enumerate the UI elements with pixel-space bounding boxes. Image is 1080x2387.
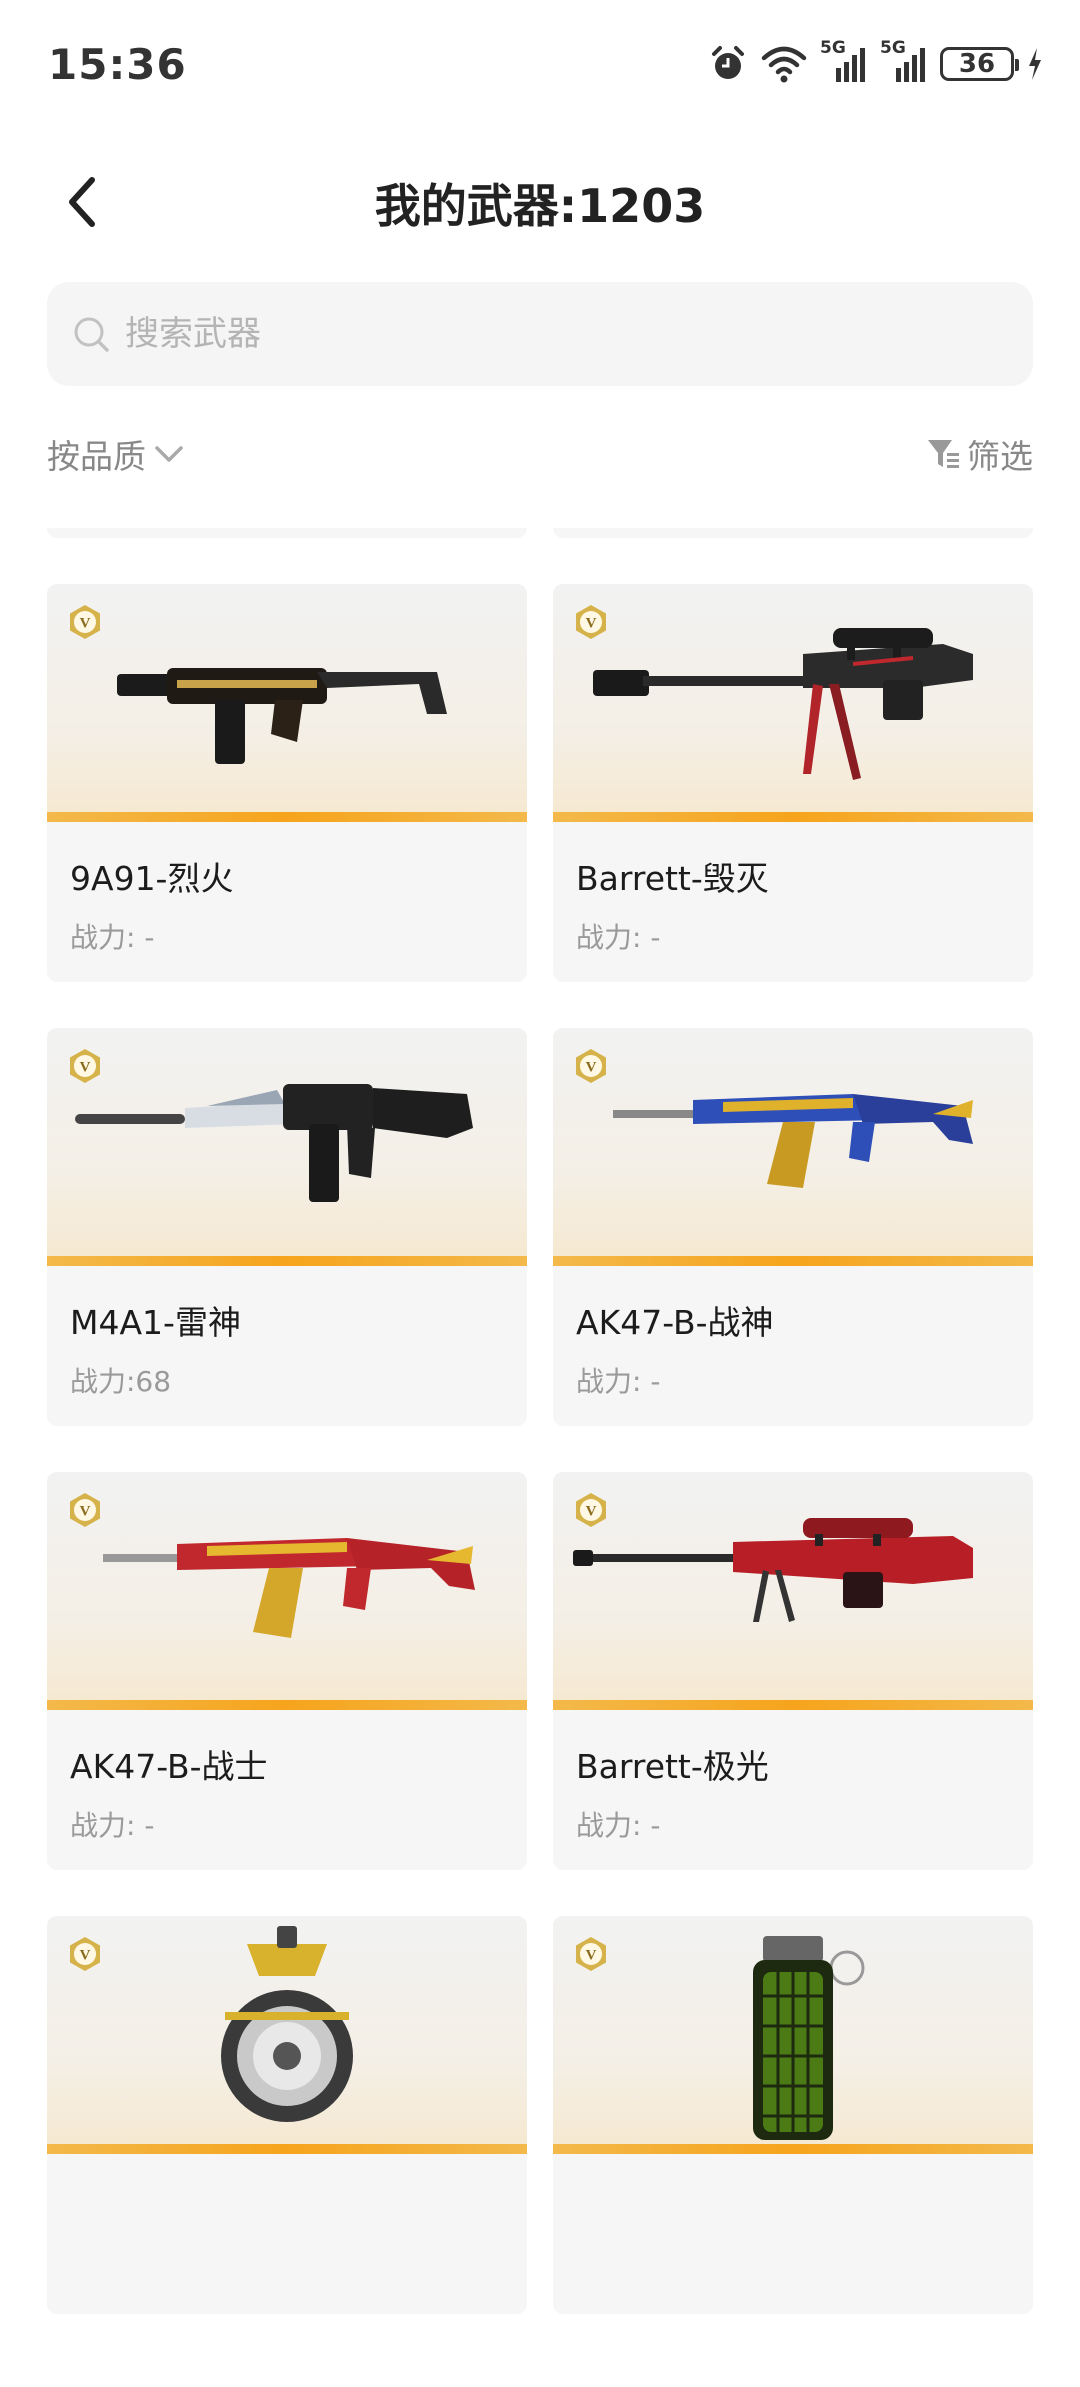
battery-icon: 36 bbox=[940, 47, 1019, 81]
weapon-image-area: V bbox=[47, 1916, 527, 2154]
weapon-image-area: V bbox=[553, 1916, 1033, 2154]
svg-text:V: V bbox=[80, 1948, 91, 1964]
weapon-card[interactable]: V bbox=[47, 1916, 527, 2314]
weapon-power: 战力: - bbox=[576, 1809, 661, 1842]
svg-text:V: V bbox=[586, 1060, 597, 1076]
sort-label: 按品质 bbox=[47, 437, 146, 476]
weapon-power: 战力: - bbox=[576, 1365, 661, 1398]
weapon-power: 战力: - bbox=[576, 921, 661, 954]
weapon-image-area: V bbox=[553, 1028, 1033, 1266]
weapon-card[interactable]: V Barrett-极光 战力: - bbox=[553, 1472, 1033, 1870]
search-icon bbox=[71, 314, 111, 354]
weapon-name: AK47-B-战士 bbox=[70, 1747, 268, 1786]
weapon-image bbox=[753, 1936, 865, 2140]
weapon-card[interactable]: V 9A91-烈火 战力: - bbox=[47, 584, 527, 982]
svg-text:V: V bbox=[586, 1948, 597, 1964]
weapon-name: 9A91-烈火 bbox=[70, 859, 234, 898]
status-icons: 5G 5G 36 bbox=[708, 38, 1044, 84]
quality-v-badge-icon: V bbox=[70, 1937, 100, 1971]
weapon-power: 战力:68 bbox=[70, 1365, 172, 1398]
weapon-list[interactable]: V AN94-超新星 战力: - V AWM-天龙 战力: - V 9A91-烈 bbox=[0, 528, 1080, 2387]
search-bar[interactable] bbox=[47, 282, 1033, 386]
weapon-image-area: V bbox=[47, 1472, 527, 1710]
weapon-card[interactable]: V M4A1-雷神 战力:68 bbox=[47, 1028, 527, 1426]
status-bar: 15:36 5G 5G 36 bbox=[0, 0, 1080, 136]
weapon-image bbox=[593, 628, 973, 780]
status-time: 15:36 bbox=[48, 40, 187, 89]
weapon-image bbox=[573, 1518, 973, 1622]
filter-label: 筛选 bbox=[967, 437, 1033, 476]
weapon-power: 战力: - bbox=[70, 1809, 155, 1842]
quality-v-badge-icon: V bbox=[70, 1049, 100, 1083]
svg-text:V: V bbox=[586, 616, 597, 632]
weapon-card[interactable]: V AK47-B-战神 战力: - bbox=[553, 1028, 1033, 1426]
wifi-icon bbox=[761, 46, 807, 83]
alarm-icon bbox=[712, 46, 744, 79]
filter-button[interactable]: 筛选 bbox=[925, 430, 1033, 478]
filter-icon bbox=[928, 440, 959, 468]
signal-5g-2: 5G bbox=[880, 38, 928, 84]
svg-text:V: V bbox=[586, 1504, 597, 1520]
quality-v-badge-icon: V bbox=[576, 1493, 606, 1527]
weapon-card[interactable]: V Barrett-毁灭 战力: - bbox=[553, 584, 1033, 982]
weapon-image-area: V bbox=[47, 1028, 527, 1266]
weapon-name: Barrett-极光 bbox=[576, 1747, 769, 1786]
weapon-name: M4A1-雷神 bbox=[70, 1303, 241, 1342]
quality-v-badge-icon: V bbox=[576, 1049, 606, 1083]
app-header: 我的武器:1203 bbox=[0, 150, 1080, 250]
svg-text:V: V bbox=[80, 1504, 91, 1520]
weapon-card[interactable]: V bbox=[553, 1916, 1033, 2314]
charging-icon bbox=[1029, 48, 1041, 80]
weapon-image bbox=[221, 1926, 353, 2122]
battery-level: 36 bbox=[958, 49, 996, 79]
weapon-image bbox=[613, 1094, 973, 1188]
weapon-power: 战力: - bbox=[70, 921, 155, 954]
sort-by-quality-dropdown[interactable]: 按品质 bbox=[47, 430, 186, 478]
weapon-image-area: V bbox=[47, 584, 527, 822]
search-input[interactable] bbox=[125, 314, 1005, 354]
quality-v-badge-icon: V bbox=[576, 605, 606, 639]
chevron-down-icon bbox=[155, 446, 183, 462]
filter-row: 按品质 筛选 bbox=[47, 430, 1033, 486]
weapon-card[interactable]: V AWM-天龙 战力: - bbox=[553, 528, 1033, 538]
page-title: 我的武器:1203 bbox=[374, 179, 706, 233]
weapon-card[interactable]: V AK47-B-战士 战力: - bbox=[47, 1472, 527, 1870]
weapon-image-area: V bbox=[553, 1472, 1033, 1710]
weapon-name: Barrett-毁灭 bbox=[576, 859, 769, 898]
weapon-image bbox=[117, 668, 447, 764]
weapon-card[interactable]: V AN94-超新星 战力: - bbox=[47, 528, 527, 538]
svg-text:V: V bbox=[80, 1060, 91, 1076]
weapon-image bbox=[75, 1084, 473, 1202]
weapon-grid: V AN94-超新星 战力: - V AWM-天龙 战力: - V 9A91-烈 bbox=[47, 528, 1033, 2314]
quality-v-badge-icon: V bbox=[576, 1937, 606, 1971]
weapon-image-area: V bbox=[553, 584, 1033, 822]
quality-v-badge-icon: V bbox=[70, 605, 100, 639]
weapon-image bbox=[103, 1538, 475, 1638]
svg-text:V: V bbox=[80, 616, 91, 632]
signal-5g-1: 5G bbox=[820, 38, 868, 84]
weapon-name: AK47-B-战神 bbox=[576, 1303, 774, 1342]
quality-v-badge-icon: V bbox=[70, 1493, 100, 1527]
